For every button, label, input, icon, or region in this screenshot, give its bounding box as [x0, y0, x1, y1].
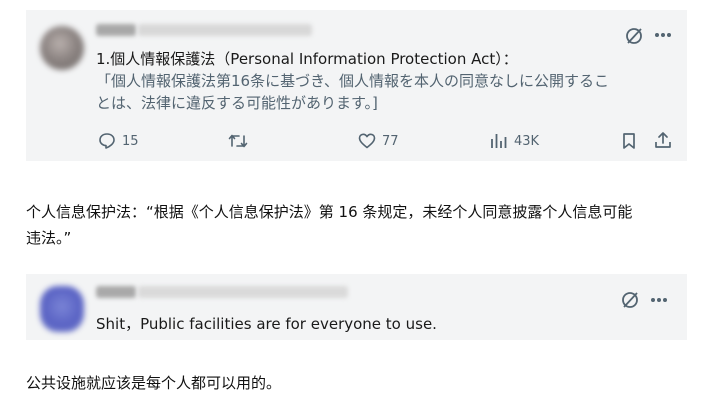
author-handle-blurred	[138, 24, 312, 36]
like-count: 77	[382, 133, 399, 149]
post-card-1[interactable]: 1.個人情報保護法（Personal Information Protectio…	[26, 10, 687, 161]
reply-count: 15	[122, 133, 139, 149]
author-name-blurred	[96, 24, 136, 36]
reply-button[interactable]: 15	[98, 132, 139, 150]
grok-icon[interactable]	[620, 290, 640, 310]
bookmark-button[interactable]	[621, 132, 637, 150]
views-chart-icon	[491, 134, 507, 148]
views-count: 43K	[514, 133, 540, 149]
share-button[interactable]	[654, 131, 672, 149]
translation-caption-2: 公共设施就应该是每个人都可以用的。	[26, 374, 282, 392]
translation-caption-1: 个人信息保护法：“根据《个人信息保护法》第 16 条规定，未经个人同意披露个人信…	[26, 199, 696, 251]
post-text: Shit，Public facilities are for everyone …	[96, 315, 437, 333]
reply-icon	[99, 133, 115, 149]
repost-icon	[228, 134, 248, 148]
caption-1-line-1: 个人信息保护法：“根据《个人信息保护法》第 16 条规定，未经个人同意披露个人信…	[26, 203, 633, 221]
share-icon	[655, 132, 671, 148]
avatar[interactable]	[40, 286, 84, 332]
heart-icon	[358, 133, 376, 149]
post-quote-line-1: 「個人情報保護法第16条に基づき、個人情報を本人の同意なしに公開するこ	[96, 72, 610, 90]
bookmark-icon	[623, 133, 635, 149]
author-name-blurred	[96, 286, 136, 298]
avatar[interactable]	[40, 26, 84, 70]
caption-1-line-2: 违法。”	[26, 229, 72, 247]
post-quote-line-2: とは、法律に違反する可能性があります。]	[96, 94, 378, 112]
like-button[interactable]: 77	[358, 132, 399, 150]
author-handle-blurred	[138, 286, 348, 298]
views-button[interactable]: 43K	[490, 132, 539, 150]
repost-button[interactable]	[228, 132, 248, 150]
post-title-line: 1.個人情報保護法（Personal Information Protectio…	[96, 50, 518, 68]
post-card-2[interactable]: Shit，Public facilities are for everyone …	[26, 274, 687, 340]
grok-icon[interactable]	[624, 26, 644, 46]
more-options-icon[interactable]	[650, 297, 668, 303]
more-options-icon[interactable]	[654, 32, 672, 38]
